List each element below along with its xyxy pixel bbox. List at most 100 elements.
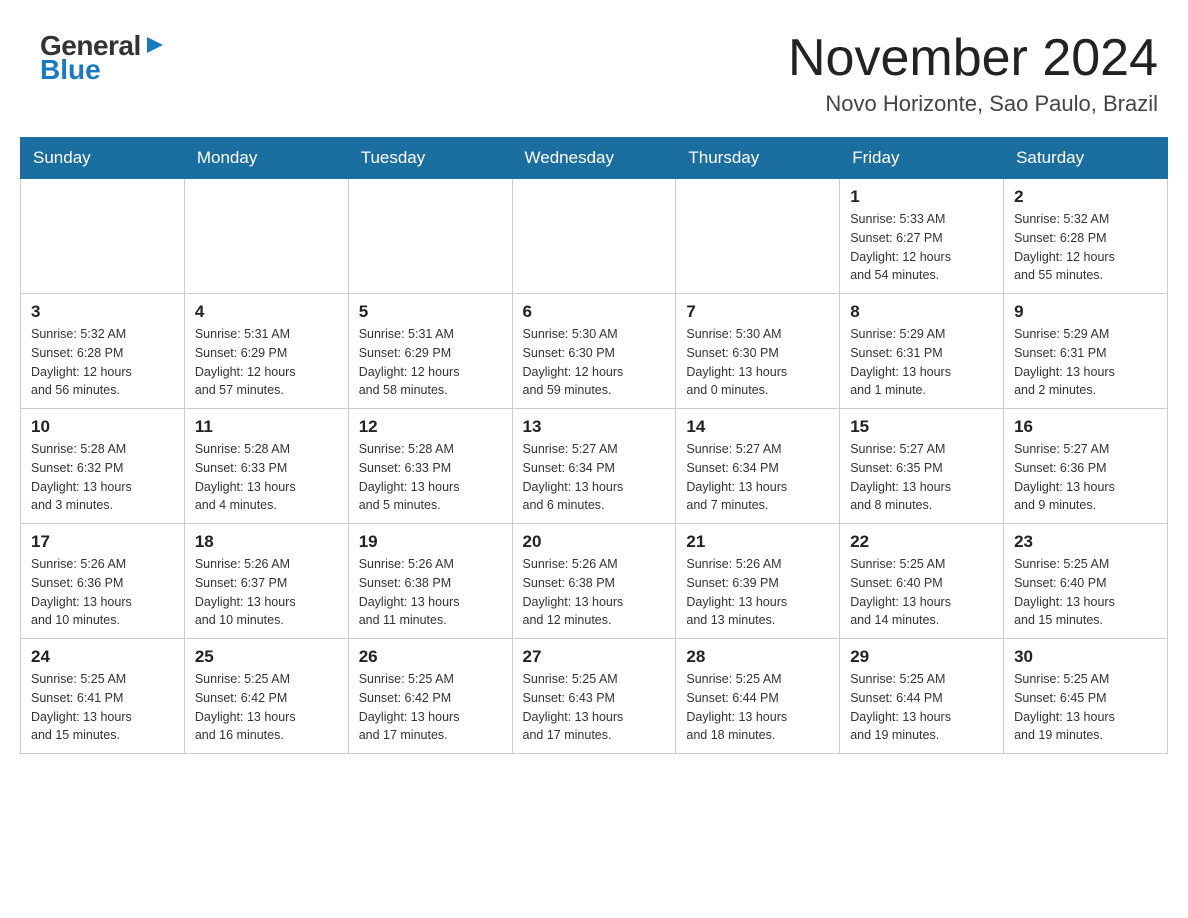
day-info: Sunrise: 5:25 AM Sunset: 6:40 PM Dayligh… (850, 555, 993, 630)
day-info: Sunrise: 5:26 AM Sunset: 6:39 PM Dayligh… (686, 555, 829, 630)
calendar-cell: 5 Sunrise: 5:31 AM Sunset: 6:29 PM Daylig… (348, 294, 512, 409)
day-number: 21 (686, 532, 829, 552)
weekday-header-row: SundayMondayTuesdayWednesdayThursdayFrid… (21, 138, 1168, 179)
day-number: 9 (1014, 302, 1157, 322)
calendar-cell: 22 Sunrise: 5:25 AM Sunset: 6:40 PM Dayli… (840, 524, 1004, 639)
day-info: Sunrise: 5:26 AM Sunset: 6:37 PM Dayligh… (195, 555, 338, 630)
weekday-header-sunday: Sunday (21, 138, 185, 179)
calendar-cell: 2Sunrise: 5:32 AM Sunset: 6:28 PM Daylig… (1004, 179, 1168, 294)
calendar-cell: 8 Sunrise: 5:29 AM Sunset: 6:31 PM Daylig… (840, 294, 1004, 409)
day-info: Sunrise: 5:26 AM Sunset: 6:38 PM Dayligh… (359, 555, 502, 630)
calendar-cell (512, 179, 676, 294)
calendar-cell: 17 Sunrise: 5:26 AM Sunset: 6:36 PM Dayli… (21, 524, 185, 639)
day-info: Sunrise: 5:33 AM Sunset: 6:27 PM Dayligh… (850, 210, 993, 285)
day-info: Sunrise: 5:29 AM Sunset: 6:31 PM Dayligh… (850, 325, 993, 400)
calendar-week-row: 24 Sunrise: 5:25 AM Sunset: 6:41 PM Dayli… (21, 639, 1168, 754)
day-number: 3 (31, 302, 174, 322)
logo-blue-text: Blue (40, 54, 101, 86)
weekday-header-monday: Monday (184, 138, 348, 179)
calendar-cell: 24 Sunrise: 5:25 AM Sunset: 6:41 PM Dayli… (21, 639, 185, 754)
day-number: 24 (31, 647, 174, 667)
day-info: Sunrise: 5:28 AM Sunset: 6:33 PM Dayligh… (195, 440, 338, 515)
logo-arrow-icon (145, 35, 165, 60)
day-number: 7 (686, 302, 829, 322)
day-number: 25 (195, 647, 338, 667)
calendar-cell: 13Sunrise: 5:27 AM Sunset: 6:34 PM Dayli… (512, 409, 676, 524)
title-block: November 2024 Novo Horizonte, Sao Paulo,… (788, 30, 1158, 117)
day-info: Sunrise: 5:30 AM Sunset: 6:30 PM Dayligh… (686, 325, 829, 400)
day-number: 1 (850, 187, 993, 207)
day-info: Sunrise: 5:25 AM Sunset: 6:42 PM Dayligh… (195, 670, 338, 745)
calendar-cell: 7 Sunrise: 5:30 AM Sunset: 6:30 PM Daylig… (676, 294, 840, 409)
calendar-week-row: 10 Sunrise: 5:28 AM Sunset: 6:32 PM Dayli… (21, 409, 1168, 524)
calendar-cell: 1 Sunrise: 5:33 AM Sunset: 6:27 PM Daylig… (840, 179, 1004, 294)
calendar-cell: 26Sunrise: 5:25 AM Sunset: 6:42 PM Dayli… (348, 639, 512, 754)
calendar-cell: 18Sunrise: 5:26 AM Sunset: 6:37 PM Dayli… (184, 524, 348, 639)
calendar-cell: 25 Sunrise: 5:25 AM Sunset: 6:42 PM Dayli… (184, 639, 348, 754)
calendar-cell: 15 Sunrise: 5:27 AM Sunset: 6:35 PM Dayli… (840, 409, 1004, 524)
calendar-cell: 20Sunrise: 5:26 AM Sunset: 6:38 PM Dayli… (512, 524, 676, 639)
day-number: 26 (359, 647, 502, 667)
day-info: Sunrise: 5:32 AM Sunset: 6:28 PM Dayligh… (1014, 210, 1157, 285)
calendar-cell (348, 179, 512, 294)
calendar-cell (184, 179, 348, 294)
day-info: Sunrise: 5:31 AM Sunset: 6:29 PM Dayligh… (195, 325, 338, 400)
day-info: Sunrise: 5:25 AM Sunset: 6:45 PM Dayligh… (1014, 670, 1157, 745)
calendar-cell: 4 Sunrise: 5:31 AM Sunset: 6:29 PM Daylig… (184, 294, 348, 409)
day-number: 10 (31, 417, 174, 437)
calendar-table: SundayMondayTuesdayWednesdayThursdayFrid… (20, 137, 1168, 754)
calendar-cell (676, 179, 840, 294)
logo: General Blue (40, 30, 165, 86)
day-info: Sunrise: 5:30 AM Sunset: 6:30 PM Dayligh… (523, 325, 666, 400)
day-number: 22 (850, 532, 993, 552)
day-number: 15 (850, 417, 993, 437)
calendar-cell: 23Sunrise: 5:25 AM Sunset: 6:40 PM Dayli… (1004, 524, 1168, 639)
day-info: Sunrise: 5:25 AM Sunset: 6:41 PM Dayligh… (31, 670, 174, 745)
day-number: 13 (523, 417, 666, 437)
day-number: 29 (850, 647, 993, 667)
location-text: Novo Horizonte, Sao Paulo, Brazil (788, 91, 1158, 117)
day-number: 8 (850, 302, 993, 322)
day-info: Sunrise: 5:32 AM Sunset: 6:28 PM Dayligh… (31, 325, 174, 400)
day-number: 6 (523, 302, 666, 322)
calendar-cell: 12Sunrise: 5:28 AM Sunset: 6:33 PM Dayli… (348, 409, 512, 524)
day-info: Sunrise: 5:25 AM Sunset: 6:44 PM Dayligh… (686, 670, 829, 745)
day-info: Sunrise: 5:25 AM Sunset: 6:40 PM Dayligh… (1014, 555, 1157, 630)
day-info: Sunrise: 5:27 AM Sunset: 6:36 PM Dayligh… (1014, 440, 1157, 515)
weekday-header-thursday: Thursday (676, 138, 840, 179)
month-title: November 2024 (788, 30, 1158, 87)
calendar-cell: 9 Sunrise: 5:29 AM Sunset: 6:31 PM Daylig… (1004, 294, 1168, 409)
calendar-cell: 11 Sunrise: 5:28 AM Sunset: 6:33 PM Dayli… (184, 409, 348, 524)
page-header: General Blue November 2024 Novo Horizont… (20, 20, 1168, 127)
day-info: Sunrise: 5:28 AM Sunset: 6:32 PM Dayligh… (31, 440, 174, 515)
calendar-cell: 29 Sunrise: 5:25 AM Sunset: 6:44 PM Dayli… (840, 639, 1004, 754)
calendar-cell: 19 Sunrise: 5:26 AM Sunset: 6:38 PM Dayli… (348, 524, 512, 639)
calendar-cell: 27 Sunrise: 5:25 AM Sunset: 6:43 PM Dayli… (512, 639, 676, 754)
calendar-cell: 6 Sunrise: 5:30 AM Sunset: 6:30 PM Daylig… (512, 294, 676, 409)
day-info: Sunrise: 5:26 AM Sunset: 6:36 PM Dayligh… (31, 555, 174, 630)
day-number: 19 (359, 532, 502, 552)
day-info: Sunrise: 5:27 AM Sunset: 6:35 PM Dayligh… (850, 440, 993, 515)
day-number: 30 (1014, 647, 1157, 667)
weekday-header-saturday: Saturday (1004, 138, 1168, 179)
weekday-header-wednesday: Wednesday (512, 138, 676, 179)
calendar-cell: 21 Sunrise: 5:26 AM Sunset: 6:39 PM Dayli… (676, 524, 840, 639)
calendar-cell: 14Sunrise: 5:27 AM Sunset: 6:34 PM Dayli… (676, 409, 840, 524)
day-number: 4 (195, 302, 338, 322)
day-info: Sunrise: 5:29 AM Sunset: 6:31 PM Dayligh… (1014, 325, 1157, 400)
day-number: 5 (359, 302, 502, 322)
calendar-cell: 10 Sunrise: 5:28 AM Sunset: 6:32 PM Dayli… (21, 409, 185, 524)
calendar-week-row: 3 Sunrise: 5:32 AM Sunset: 6:28 PM Daylig… (21, 294, 1168, 409)
day-number: 11 (195, 417, 338, 437)
calendar-cell: 16 Sunrise: 5:27 AM Sunset: 6:36 PM Dayli… (1004, 409, 1168, 524)
day-number: 16 (1014, 417, 1157, 437)
day-number: 17 (31, 532, 174, 552)
calendar-cell: 30 Sunrise: 5:25 AM Sunset: 6:45 PM Dayli… (1004, 639, 1168, 754)
calendar-week-row: 1 Sunrise: 5:33 AM Sunset: 6:27 PM Daylig… (21, 179, 1168, 294)
day-info: Sunrise: 5:31 AM Sunset: 6:29 PM Dayligh… (359, 325, 502, 400)
calendar-cell: 28Sunrise: 5:25 AM Sunset: 6:44 PM Dayli… (676, 639, 840, 754)
day-info: Sunrise: 5:28 AM Sunset: 6:33 PM Dayligh… (359, 440, 502, 515)
day-info: Sunrise: 5:25 AM Sunset: 6:44 PM Dayligh… (850, 670, 993, 745)
day-number: 27 (523, 647, 666, 667)
day-info: Sunrise: 5:25 AM Sunset: 6:43 PM Dayligh… (523, 670, 666, 745)
